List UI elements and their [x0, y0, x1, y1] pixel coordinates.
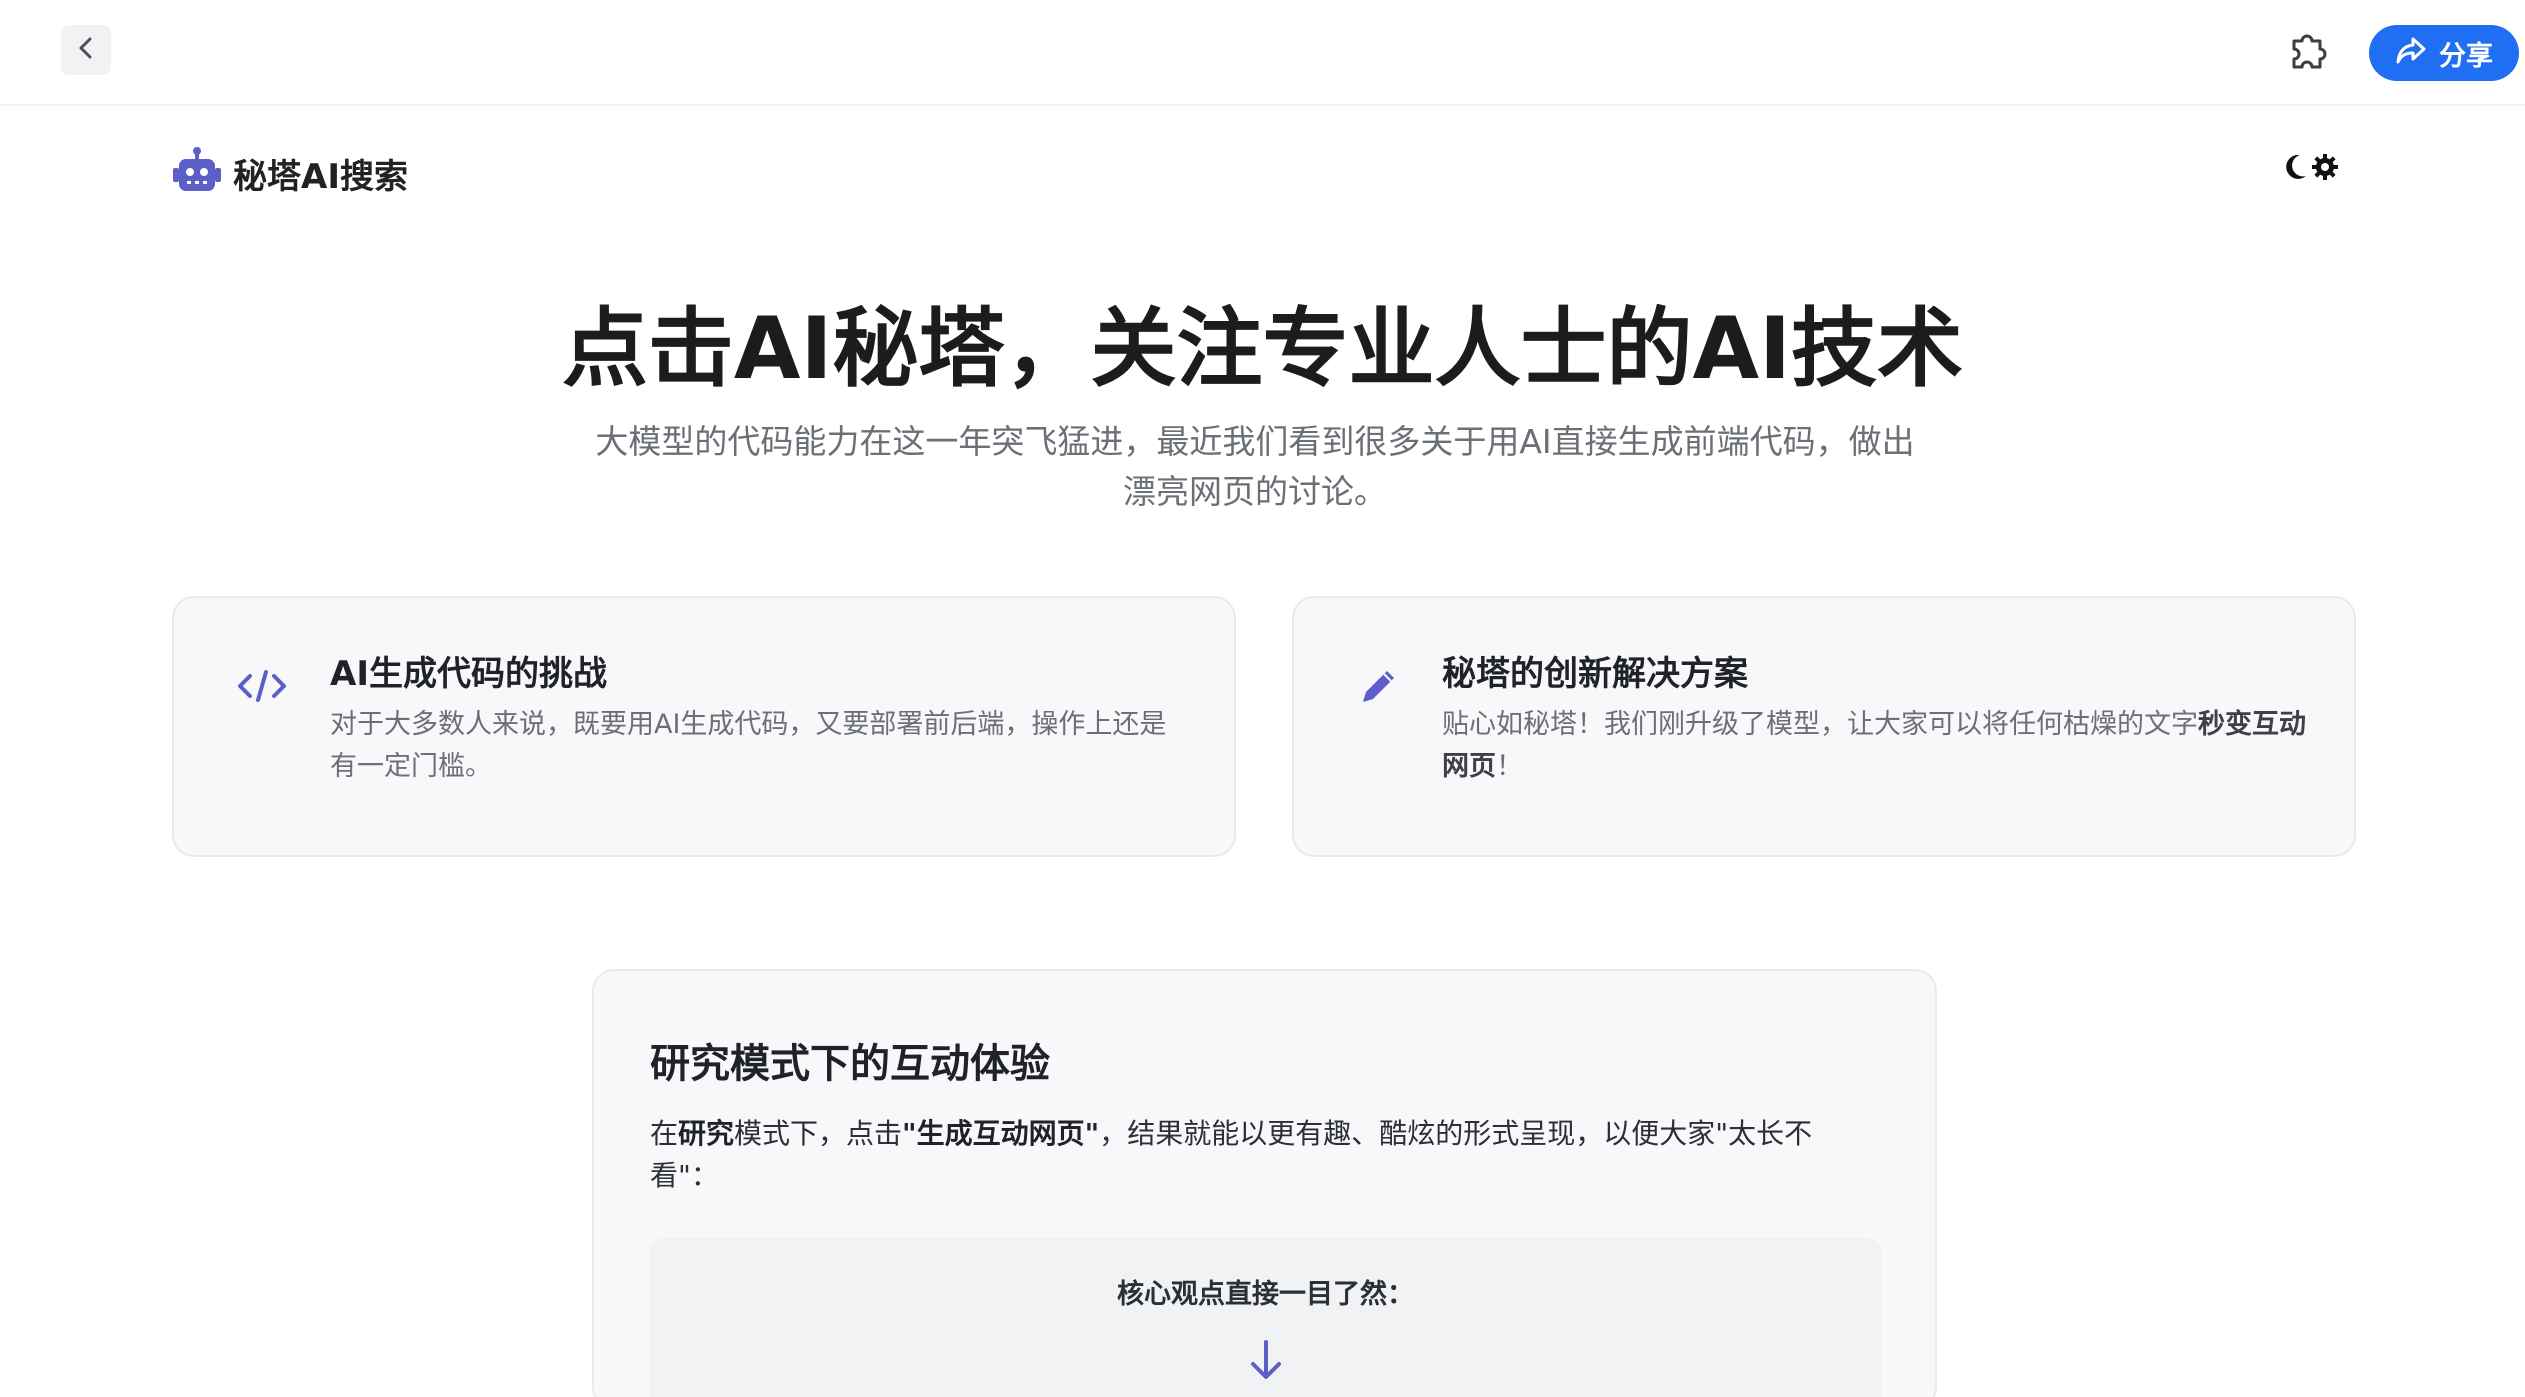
- feature-card-challenge: AI生成代码的挑战 对于大多数人来说，既要用AI生成代码，又要部署前后端，操作上…: [172, 596, 1236, 857]
- share-button[interactable]: 分享: [2369, 25, 2519, 81]
- hero-title: 点击AI秘塔，关注专业人士的AI技术: [561, 299, 1964, 399]
- research-description: 在研究模式下，点击"生成互动网页"，结果就能以更有趣、酷炫的形式呈现，以便大家"…: [650, 1117, 1813, 1192]
- plugin-button[interactable]: [2285, 30, 2329, 74]
- chevron-left-icon: [75, 35, 97, 65]
- arrow-down-icon: [1246, 1338, 1286, 1382]
- pencil-icon: [1351, 658, 1407, 714]
- feature-card-solution: 秘塔的创新解决方案 贴心如秘塔！我们刚升级了模型，让大家可以将任何枯燥的文字秒变…: [1292, 596, 2356, 857]
- top-bar: 分享: [0, 0, 2525, 106]
- card-title: AI生成代码的挑战: [330, 654, 607, 694]
- back-button[interactable]: [61, 25, 111, 75]
- moon-icon: [2282, 152, 2308, 186]
- brand-name: 秘塔AI搜索: [233, 156, 408, 197]
- robot-icon: [171, 146, 223, 200]
- core-points-box: 核心观点直接一目了然：: [650, 1238, 1881, 1397]
- core-points-label: 核心观点直接一目了然：: [1117, 1279, 1414, 1310]
- share-label: 分享: [2439, 40, 2493, 72]
- code-icon: [234, 658, 290, 714]
- card-text: 贴心如秘塔！我们刚升级了模型，让大家可以将任何枯燥的文字秒变互动网页！: [1442, 709, 2306, 782]
- card-text: 对于大多数人来说，既要用AI生成代码，又要部署前后端，操作上还是有一定门槛。: [330, 709, 1167, 782]
- share-forward-icon: [2395, 35, 2427, 72]
- theme-toggle[interactable]: [2282, 152, 2340, 186]
- gear-icon: [2310, 152, 2340, 186]
- hero-subtitle: 大模型的代码能力在这一年突飞猛进，最近我们看到很多关于用AI直接生成前端代码，做…: [595, 422, 1915, 511]
- puzzle-icon: [2286, 29, 2328, 75]
- research-section: 研究模式下的互动体验 在研究模式下，点击"生成互动网页"，结果就能以更有趣、酷炫…: [592, 969, 1937, 1397]
- card-title: 秘塔的创新解决方案: [1442, 654, 1748, 694]
- research-title: 研究模式下的互动体验: [650, 1041, 1050, 1087]
- brand-logo[interactable]: 秘塔AI搜索: [171, 146, 408, 200]
